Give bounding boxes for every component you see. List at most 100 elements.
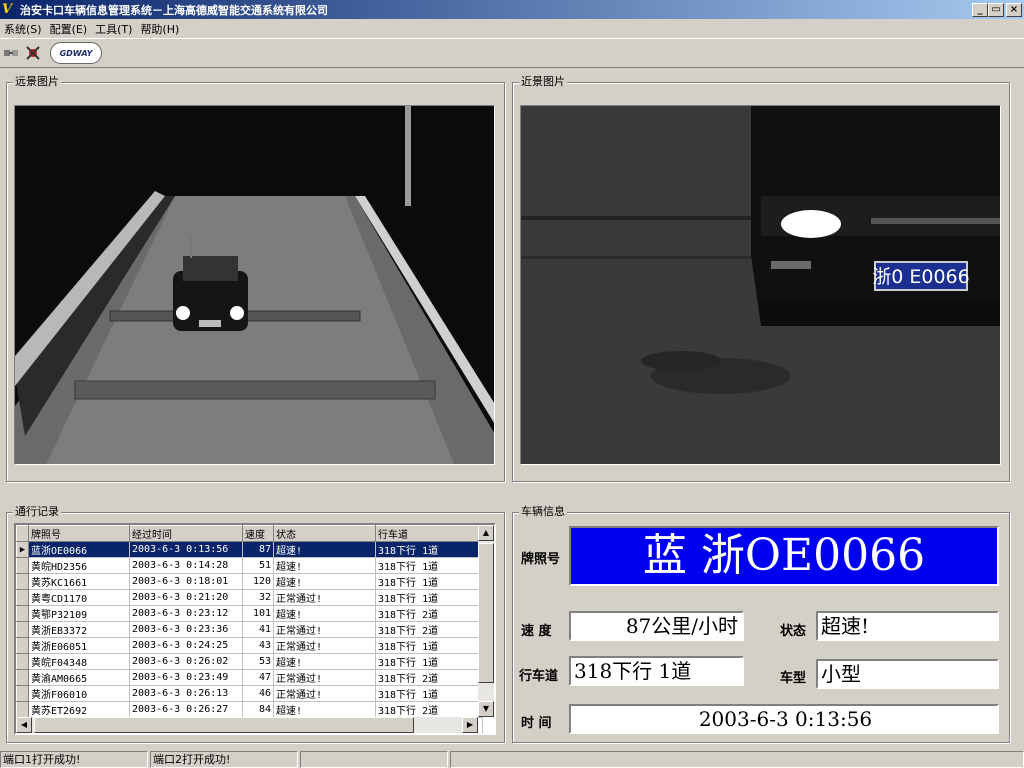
window-title: 治安卡口车辆信息管理系统－上海高德威智能交通系统有限公司: [20, 3, 328, 17]
plate-display: 蓝 浙OE0066: [569, 526, 999, 586]
status-field: 超速!: [816, 611, 999, 641]
table-row[interactable]: ▶ 蓝浙OE0066 2003-6-3 0:13:56 87 超速! 318下行 1道: [16, 541, 483, 558]
table-row[interactable]: 黄苏KC1661 2003-6-3 0:18:01 120 超速! 318下行 1道: [16, 573, 483, 590]
cell-speed: 46: [242, 685, 274, 702]
cell-status: 超速!: [273, 701, 376, 718]
vscroll-thumb[interactable]: [478, 543, 494, 683]
cell-status: 超速!: [273, 605, 376, 622]
close-button[interactable]: ×: [1006, 2, 1022, 17]
cell-speed: 120: [242, 573, 274, 590]
row-indicator[interactable]: [16, 589, 29, 606]
col-time-header[interactable]: 经过时间: [129, 525, 243, 542]
lane-label: 行车道: [519, 669, 559, 684]
cell-status: 正常通过!: [273, 637, 376, 654]
cell-plate: 黄粤CD1170: [28, 589, 130, 606]
records-vscroll[interactable]: ▲ ▼: [478, 525, 494, 717]
cell-plate: 黄浙F06010: [28, 685, 130, 702]
menu-help[interactable]: 帮助(H): [138, 21, 185, 37]
row-indicator[interactable]: [16, 605, 29, 622]
vehicle-info-label: 车辆信息: [519, 505, 567, 519]
menu-system[interactable]: 系统(S): [2, 21, 48, 37]
minimize-button[interactable]: _: [972, 2, 988, 17]
status-panel-3: [300, 751, 448, 768]
cell-status: 超速!: [273, 541, 376, 558]
cell-plate: 黄浙E06051: [28, 637, 130, 654]
records-table[interactable]: 牌照号 经过时间 速度 状态 行车道 ▶ 蓝浙OE0066 2003-6-3 0:1…: [14, 523, 496, 735]
cell-lane: 318下行 1道: [375, 637, 483, 654]
settings-icon[interactable]: [24, 44, 42, 62]
time-label: 时 间: [521, 716, 552, 731]
cell-speed: 47: [242, 669, 274, 686]
lane-field: 318下行 1道: [569, 656, 744, 686]
cell-time: 2003-6-3 0:23:12: [129, 605, 243, 622]
app-icon[interactable]: V: [2, 2, 18, 18]
cell-time: 2003-6-3 0:23:49: [129, 669, 243, 686]
cell-lane: 318下行 1道: [375, 557, 483, 574]
speed-field: 87公里/小时: [569, 611, 744, 641]
restore-button[interactable]: ▭: [988, 2, 1004, 17]
table-row[interactable]: 黄浙EB3372 2003-6-3 0:23:36 41 正常通过! 318下行 2道: [16, 621, 483, 638]
cell-lane: 318下行 2道: [375, 621, 483, 638]
row-indicator[interactable]: [16, 557, 29, 574]
type-field: 小型: [816, 659, 999, 689]
status-port1: 端口1打开成功!: [0, 751, 148, 768]
cell-speed: 101: [242, 605, 274, 622]
cell-lane: 318下行 1道: [375, 589, 483, 606]
scroll-up-button[interactable]: ▲: [478, 525, 494, 541]
type-label: 车型: [780, 671, 807, 686]
table-row[interactable]: 黄皖HD2356 2003-6-3 0:14:28 51 超速! 318下行 1道: [16, 557, 483, 574]
table-row[interactable]: 黄苏ET2692 2003-6-3 0:26:27 84 超速! 318下行 2道: [16, 701, 483, 718]
time-field: 2003-6-3 0:13:56: [569, 704, 999, 734]
status-port2: 端口2打开成功!: [150, 751, 298, 768]
menu-tools[interactable]: 工具(T): [93, 21, 138, 37]
cell-time: 2003-6-3 0:21:20: [129, 589, 243, 606]
table-row[interactable]: 黄粤CD1170 2003-6-3 0:21:20 32 正常通过! 318下行 1道: [16, 589, 483, 606]
cell-speed: 32: [242, 589, 274, 606]
table-row[interactable]: 黄鄂P32109 2003-6-3 0:23:12 101 超速! 318下行 2道: [16, 605, 483, 622]
row-indicator[interactable]: [16, 653, 29, 670]
cell-plate: 黄苏KC1661: [28, 573, 130, 590]
menu-config[interactable]: 配置(E): [48, 21, 94, 37]
hscroll-thumb[interactable]: [34, 717, 414, 733]
status-label: 状态: [780, 624, 807, 639]
scroll-right-button[interactable]: ▶: [462, 717, 478, 733]
cell-time: 2003-6-3 0:14:28: [129, 557, 243, 574]
status-panel-4: [450, 751, 1024, 768]
row-indicator[interactable]: [16, 685, 29, 702]
cell-lane: 318下行 2道: [375, 701, 483, 718]
col-lane-header[interactable]: 行车道: [375, 525, 483, 542]
records-hscroll[interactable]: ◀ ▶: [16, 717, 478, 733]
scroll-down-button[interactable]: ▼: [478, 701, 494, 717]
row-indicator[interactable]: [16, 621, 29, 638]
table-row[interactable]: 黄浙E06051 2003-6-3 0:24:25 43 正常通过! 318下行 1道: [16, 637, 483, 654]
col-status-header[interactable]: 状态: [273, 525, 376, 542]
cell-status: 正常通过!: [273, 589, 376, 606]
table-row[interactable]: 黄浙F06010 2003-6-3 0:26:13 46 正常通过! 318下行 1道: [16, 685, 483, 702]
row-indicator[interactable]: [16, 637, 29, 654]
row-indicator[interactable]: [16, 669, 29, 686]
connect-icon[interactable]: [2, 44, 20, 62]
cell-speed: 41: [242, 621, 274, 638]
cell-time: 2003-6-3 0:26:27: [129, 701, 243, 718]
cell-time: 2003-6-3 0:26:02: [129, 653, 243, 670]
current-row-indicator-icon[interactable]: ▶: [16, 541, 29, 558]
title-bar[interactable]: V 治安卡口车辆信息管理系统－上海高德威智能交通系统有限公司 _ ▭ ×: [0, 0, 1024, 19]
row-indicator[interactable]: [16, 701, 29, 718]
cell-speed: 53: [242, 653, 274, 670]
scroll-left-button[interactable]: ◀: [16, 717, 32, 733]
row-indicator[interactable]: [16, 573, 29, 590]
cell-time: 2003-6-3 0:23:36: [129, 621, 243, 638]
records-label: 通行记录: [13, 505, 61, 519]
cell-plate: 蓝浙OE0066: [28, 541, 130, 558]
cell-plate: 黄渝AM0665: [28, 669, 130, 686]
far-view-image: [14, 105, 495, 465]
cell-status: 超速!: [273, 557, 376, 574]
table-row[interactable]: 黄皖F04348 2003-6-3 0:26:02 53 超速! 318下行 1道: [16, 653, 483, 670]
cell-lane: 318下行 1道: [375, 653, 483, 670]
table-row[interactable]: 黄渝AM0665 2003-6-3 0:23:49 47 正常通过! 318下行 2道: [16, 669, 483, 686]
col-plate-header[interactable]: 牌照号: [28, 525, 130, 542]
cell-speed: 43: [242, 637, 274, 654]
cell-speed: 84: [242, 701, 274, 718]
row-indicator-header: [16, 525, 29, 542]
col-speed-header[interactable]: 速度: [242, 525, 274, 542]
